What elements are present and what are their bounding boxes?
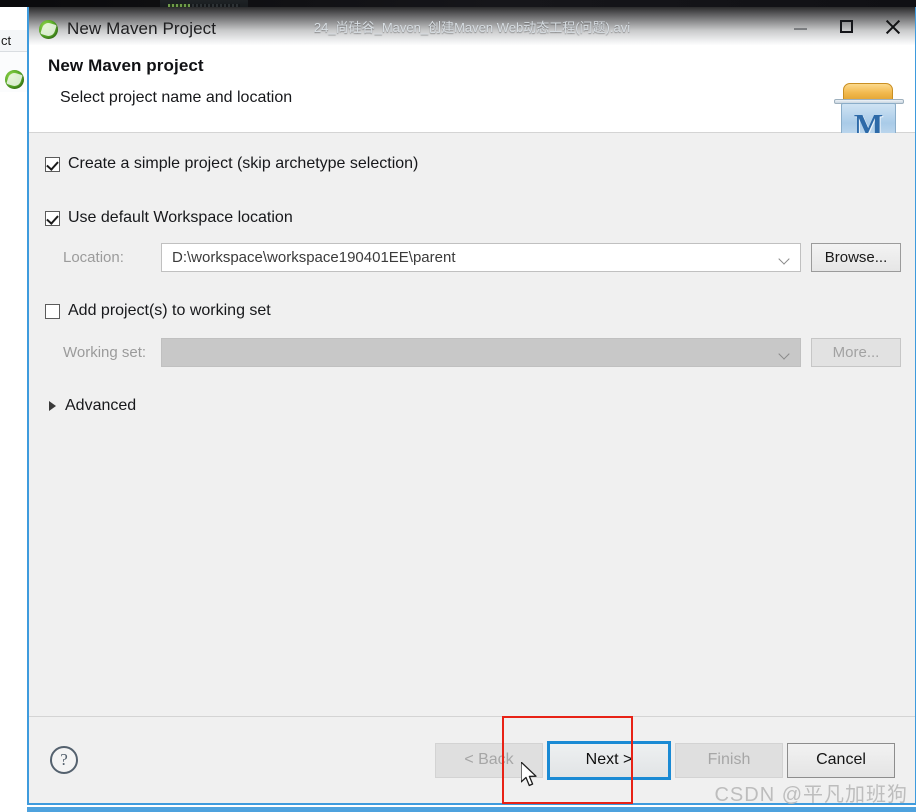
advanced-section-toggle[interactable]: Advanced	[29, 397, 915, 415]
location-label: Location:	[63, 249, 124, 266]
browse-button[interactable]: Browse...	[811, 243, 901, 272]
default-workspace-label: Use default Workspace location	[68, 209, 293, 226]
simple-project-checkbox[interactable]	[45, 156, 60, 172]
finish-button: Finish	[675, 742, 783, 778]
background-left-tab[interactable]: ct	[0, 30, 28, 52]
minimize-button[interactable]	[777, 7, 823, 45]
location-combo[interactable]: D:\workspace\workspace190401EE\parent	[161, 243, 801, 272]
window-controls	[777, 7, 915, 45]
next-button[interactable]: Next >	[547, 740, 671, 780]
maximize-icon	[839, 19, 853, 33]
back-button: < Back	[435, 742, 543, 778]
chevron-down-icon-working-set	[780, 350, 789, 359]
watermark-text: CSDN @平凡加班狗	[714, 784, 908, 806]
dialog-titlebar[interactable]: New Maven Project 24_尚硅谷_Maven_创建Maven W…	[29, 7, 915, 45]
default-workspace-row[interactable]: Use default Workspace location	[29, 209, 915, 227]
add-working-set-label: Add project(s) to working set	[68, 302, 271, 319]
dialog-header: New Maven project Select project name an…	[29, 45, 915, 145]
location-row: Location: D:\workspace\workspace190401EE…	[29, 243, 915, 272]
more-button: More...	[811, 338, 901, 367]
footer-button-group: < Back Next > Finish Cancel	[435, 740, 895, 780]
maven-leaf-icon	[39, 19, 58, 39]
simple-project-label: Create a simple project (skip archetype …	[68, 155, 419, 172]
maximize-button[interactable]	[823, 7, 869, 45]
working-set-label: Working set:	[63, 344, 147, 361]
page-title: New Maven project	[48, 56, 204, 75]
close-button[interactable]	[869, 7, 915, 45]
dialog-body: Create a simple project (skip archetype …	[29, 133, 915, 716]
triangle-right-icon	[49, 401, 56, 411]
help-icon[interactable]: ?	[50, 746, 78, 774]
simple-project-row[interactable]: Create a simple project (skip archetype …	[29, 155, 915, 173]
page-subtitle: Select project name and location	[60, 89, 293, 106]
chevron-down-icon[interactable]	[780, 255, 789, 264]
new-maven-project-dialog: New Maven Project 24_尚硅谷_Maven_创建Maven W…	[27, 7, 916, 805]
minimize-icon	[793, 28, 807, 30]
add-working-set-row[interactable]: Add project(s) to working set	[29, 302, 915, 320]
spring-leaf-icon	[5, 70, 24, 89]
cancel-button[interactable]: Cancel	[787, 742, 895, 778]
dialog-bottom-border	[27, 807, 916, 812]
advanced-label: Advanced	[65, 397, 137, 414]
dialog-title: New Maven Project	[67, 18, 217, 38]
background-left-panel	[0, 7, 28, 812]
working-set-row: Working set: More...	[29, 338, 915, 367]
add-working-set-checkbox[interactable]	[45, 303, 60, 319]
location-value: D:\workspace\workspace190401EE\parent	[172, 249, 456, 266]
background-top-strip	[0, 0, 916, 7]
working-set-combo	[161, 338, 801, 367]
default-workspace-checkbox[interactable]	[45, 210, 60, 226]
close-icon	[884, 18, 901, 35]
next-button-wrapper: Next >	[547, 740, 671, 780]
